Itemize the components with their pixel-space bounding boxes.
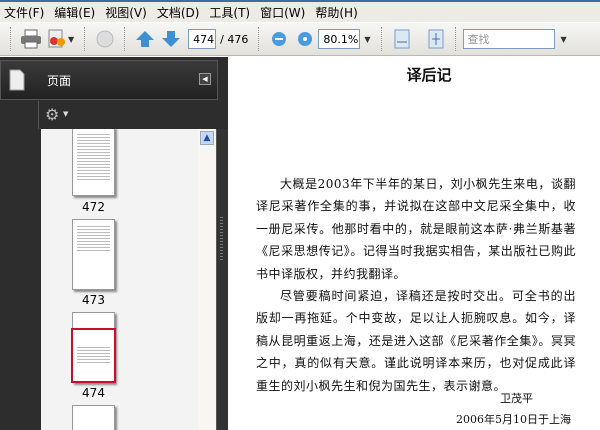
- collapse-panel-button[interactable]: ◀: [199, 73, 211, 85]
- gear-icon[interactable]: ⚙: [45, 105, 59, 124]
- menu-bar: 文件(F) 编辑(E) 视图(V) 文档(D) 工具(T) 窗口(W) 帮助(H…: [0, 0, 600, 22]
- grip-icon: [220, 217, 223, 262]
- paragraph: 大概是2003年下半年的某日，刘小枫先生来电，谈翻译尼采著作全集的事，并说拟在这…: [256, 177, 576, 281]
- thumbnail-label: 472: [82, 200, 105, 214]
- next-page-button[interactable]: [158, 26, 184, 52]
- page-thumbnail[interactable]: [71, 312, 116, 383]
- zoom-out-button[interactable]: [266, 26, 292, 52]
- total-pages: / 476: [220, 32, 249, 46]
- separator: [124, 27, 126, 51]
- pages-icon: [9, 69, 25, 91]
- chevron-down-icon[interactable]: ▼: [561, 35, 567, 44]
- scroll-up-icon[interactable]: ▲: [200, 131, 214, 145]
- menu-document[interactable]: 文档(D): [153, 4, 206, 21]
- chevron-down-icon[interactable]: ▼: [68, 35, 74, 44]
- page-thumbnail[interactable]: [72, 129, 115, 196]
- separator: [258, 27, 260, 51]
- chevron-down-icon[interactable]: ▼: [63, 110, 68, 118]
- options-row: ⚙ ▼: [38, 101, 218, 129]
- pages-panel: 页面 ◀ ⚙ ▼ 472 473 474 ▲: [0, 57, 228, 430]
- page-thumbnail[interactable]: [72, 219, 115, 290]
- thumbnail-label: 474: [82, 386, 105, 400]
- fit-width-icon[interactable]: [389, 26, 415, 52]
- search-input[interactable]: 查找: [462, 29, 555, 49]
- menu-file[interactable]: 文件(F): [0, 4, 50, 21]
- separator: [454, 27, 457, 51]
- menu-tools[interactable]: 工具(T): [205, 4, 256, 21]
- previous-page-button[interactable]: [132, 26, 158, 52]
- panel-title: 页面: [47, 73, 72, 88]
- document-page: 译后记 大概是2003年下半年的某日，刘小枫先生来电，谈翻译尼采著作全集的事，并…: [228, 57, 600, 430]
- separator: [10, 27, 12, 51]
- page-number-input[interactable]: 474: [188, 29, 217, 49]
- zoom-level-input[interactable]: 80.1%: [318, 29, 361, 49]
- zoom-in-button[interactable]: [292, 26, 318, 52]
- thumbnail-label: 473: [82, 293, 105, 307]
- chevron-down-icon[interactable]: ▼: [364, 35, 370, 44]
- separator: [84, 27, 86, 51]
- signature: 卫茂平: [500, 392, 533, 405]
- menu-view[interactable]: 视图(V): [101, 4, 153, 21]
- page-heading: 译后记: [406, 66, 452, 84]
- page-thumbnail[interactable]: [72, 405, 115, 430]
- toolbar: ▼ 474 / 476 80.1% ▼ 查找 ▼: [0, 22, 600, 56]
- menu-help[interactable]: 帮助(H): [311, 4, 363, 21]
- menu-window[interactable]: 窗口(W): [256, 4, 311, 21]
- panel-header: 页面 ◀: [0, 60, 218, 100]
- thumbnail-scrollbar[interactable]: ▲: [198, 129, 216, 430]
- menu-edit[interactable]: 编辑(E): [50, 4, 101, 21]
- fit-page-icon[interactable]: [423, 26, 449, 52]
- collaborate-icon[interactable]: [44, 26, 70, 52]
- paragraph: 尽管要稿时间紧迫，译稿还是按时交出。可全书的出版却一再拖延。个中变故，足以让人扼…: [256, 289, 576, 393]
- date-line: 2006年5月10日于上海: [456, 413, 571, 426]
- hand-tool-icon[interactable]: [92, 26, 118, 52]
- thumbnail-list: 472 473 474: [41, 129, 198, 430]
- separator: [380, 27, 383, 51]
- panel-splitter[interactable]: [216, 129, 228, 430]
- print-icon[interactable]: [18, 26, 44, 52]
